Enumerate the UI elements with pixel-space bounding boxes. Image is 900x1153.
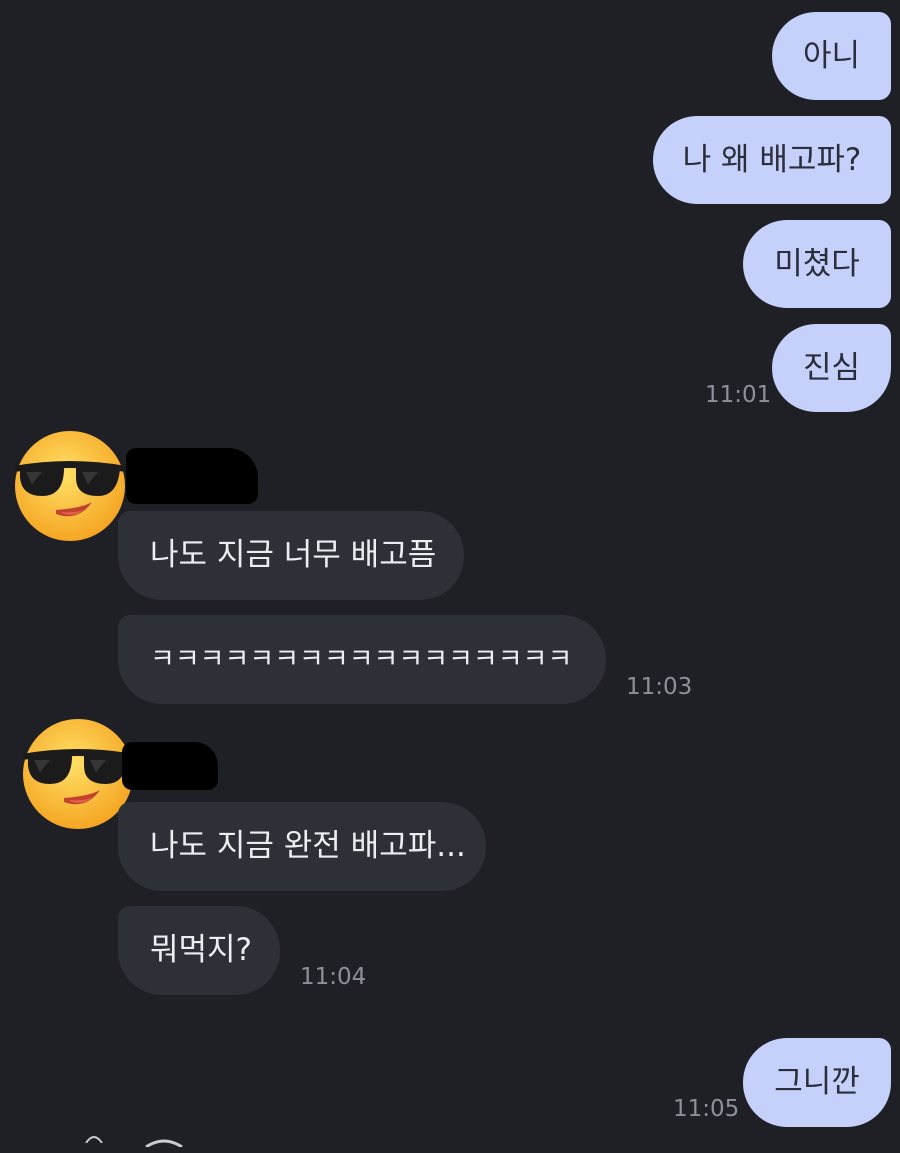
received-message-bubble[interactable]: ㅋㅋㅋㅋㅋㅋㅋㅋㅋㅋㅋㅋㅋㅋㅋㅋㅋ <box>118 615 606 704</box>
message-text: 아니 <box>802 37 861 74</box>
redacted-sender-name <box>122 742 218 790</box>
sunglasses-smiley-icon <box>14 431 126 541</box>
message-text: 진심 <box>802 349 861 386</box>
message-timestamp: 11:01 <box>705 382 772 408</box>
sent-message-bubble[interactable]: 나 왜 배고파? <box>653 116 891 204</box>
message-text: 나도 지금 너무 배고픔 <box>150 537 437 573</box>
message-timestamp: 11:05 <box>673 1096 740 1122</box>
avatar[interactable] <box>12 426 128 542</box>
message-timestamp: 11:04 <box>300 964 367 990</box>
message-text: ㅋㅋㅋㅋㅋㅋㅋㅋㅋㅋㅋㅋㅋㅋㅋㅋㅋ <box>150 644 573 675</box>
received-message-bubble[interactable]: 뭐먹지? <box>118 906 280 995</box>
message-text: 나도 지금 완전 배고파... <box>150 828 466 864</box>
sent-message-bubble[interactable]: 진심 <box>772 324 891 412</box>
sent-message-bubble[interactable]: 미쳤다 <box>743 220 891 308</box>
message-text: 그니깐 <box>774 1064 860 1100</box>
bottom-partial-icon <box>84 1124 104 1149</box>
bottom-partial-icon <box>144 1128 184 1153</box>
message-text: 미쳤다 <box>774 245 860 282</box>
redacted-sender-name <box>126 448 258 504</box>
message-text: 나 왜 배고파? <box>682 141 862 178</box>
sent-message-bubble[interactable]: 그니깐 <box>743 1038 891 1127</box>
message-timestamp: 11:03 <box>626 674 693 700</box>
received-message-bubble[interactable]: 나도 지금 완전 배고파... <box>118 802 486 891</box>
message-text: 뭐먹지? <box>150 932 253 968</box>
received-message-bubble[interactable]: 나도 지금 너무 배고픔 <box>118 511 464 600</box>
sent-message-bubble[interactable]: 아니 <box>772 12 891 100</box>
